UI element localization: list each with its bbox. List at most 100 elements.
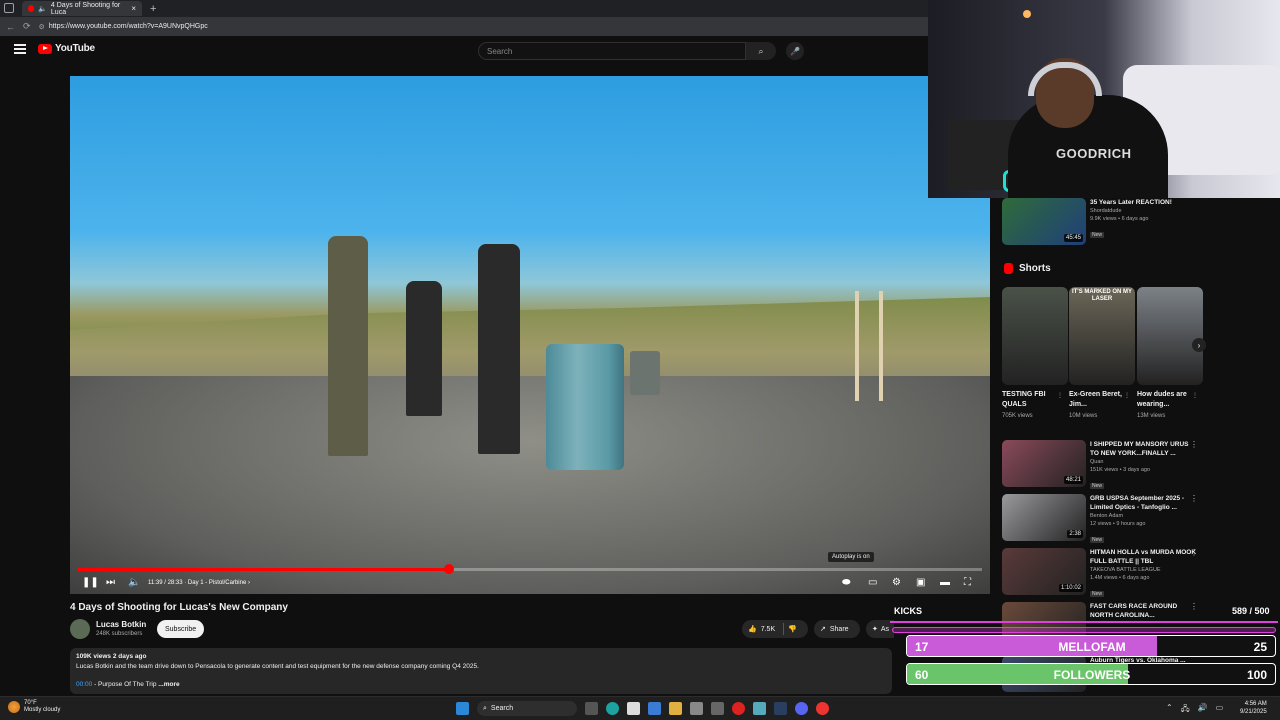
chapter-text[interactable]: · Day 1 - Pistol/Carbine › [184, 580, 250, 586]
amazon-icon[interactable] [711, 702, 724, 715]
progress-bar[interactable] [78, 564, 982, 574]
edge-icon[interactable] [606, 702, 619, 715]
subscriber-count: 248K subscribers [96, 631, 143, 637]
progress-fill [78, 568, 449, 571]
recommendation-item[interactable]: 1:10:02 HITMAN HOLLA vs MURDA MOOK FULL B… [1002, 548, 1198, 600]
next-icon[interactable]: ⏭ [106, 577, 115, 588]
recommendation-title[interactable]: GRB USPSA September 2025 - Limited Optic… [1090, 494, 1198, 512]
recommendation-channel[interactable]: Benton Adam [1090, 512, 1198, 520]
voice-search-button[interactable]: 🎤 [786, 42, 804, 60]
recommendation-thumbnail[interactable]: 1:10:02 [1002, 548, 1086, 595]
video-scene-trash-can [630, 351, 660, 395]
more-link[interactable]: ...more [158, 681, 179, 688]
video-player[interactable]: Autoplay is on ❚❚ ⏭ 🔈 11:39 / 28:33 · Da… [70, 76, 990, 594]
short-thumbnail[interactable]: IT'S MARKED ON MY LASER [1069, 287, 1135, 385]
recommendation-channel[interactable]: Quan [1090, 458, 1198, 466]
shorts-next-icon[interactable]: › [1192, 338, 1206, 352]
time-text: 11:39 / 28:33 [148, 580, 183, 586]
miniplayer-icon[interactable]: ▣ [916, 577, 925, 588]
short-title[interactable]: Ex-Green Beret, Jim... [1069, 390, 1127, 410]
app-icon[interactable] [753, 702, 766, 715]
dislike-icon[interactable]: 👎 [788, 625, 797, 633]
more-actions-icon[interactable]: ⋮ [1190, 440, 1198, 449]
recommendation-thumbnail[interactable]: 48:21 [1002, 440, 1086, 487]
like-icon[interactable]: 👍 [748, 625, 757, 633]
mellofam-target: 25 [1253, 640, 1267, 654]
steam-icon[interactable] [774, 702, 787, 715]
more-actions-icon[interactable]: ⋮ [1190, 494, 1198, 503]
recommendation-title[interactable]: I SHIPPED MY MANSORY URUS TO NEW YORK...… [1090, 440, 1198, 458]
recommendation-title[interactable]: 35 Years Later REACTION! [1090, 198, 1198, 207]
audio-icon[interactable]: 🔈 [38, 5, 47, 13]
window-menu-icon[interactable] [4, 3, 14, 13]
recommendation-item[interactable]: 48:21 I SHIPPED MY MANSORY URUS TO NEW YO… [1002, 440, 1198, 492]
more-actions-icon[interactable]: ⋮ [1190, 548, 1198, 557]
start-icon[interactable] [456, 702, 469, 715]
chrome-icon[interactable] [816, 702, 829, 715]
url-field[interactable]: ⚙ https://www.youtube.com/watch?v=A9UNvp… [39, 23, 208, 31]
tray-overflow-icon[interactable]: ⌃ [1166, 703, 1173, 717]
settings-icon[interactable]: ⚙ [892, 577, 901, 588]
theater-mode-icon[interactable]: ▬ [940, 577, 950, 588]
taskbar-apps: ⌕ Search [456, 701, 829, 716]
speaker-icon[interactable]: 🔊 [1198, 703, 1208, 717]
autoplay-toggle[interactable]: ⬬ [842, 577, 851, 588]
network-icon[interactable]: 🖧 [1181, 703, 1190, 717]
calculator-icon[interactable] [690, 702, 703, 715]
scrubber-handle[interactable] [443, 564, 454, 574]
youtube-logo[interactable]: YouTube [38, 43, 95, 54]
media-icon[interactable] [732, 702, 745, 715]
recommendation-channel[interactable]: Shordatdude [1090, 207, 1198, 215]
browser-tab[interactable]: 🔈 4 Days of Shooting for Luca × [22, 1, 142, 16]
copilot-icon[interactable] [648, 702, 661, 715]
more-actions-icon[interactable]: ⋮ [1190, 602, 1198, 611]
recommendation-item[interactable]: 2:38 GRB USPSA September 2025 - Limited O… [1002, 494, 1198, 546]
recommendation-title[interactable]: FAST CARS RACE AROUND NORTH CAROLINA... [1090, 602, 1198, 620]
share-button[interactable]: ↗ Share [814, 620, 860, 638]
chapter-timestamp[interactable]: 00:00 [76, 681, 92, 688]
reload-icon[interactable]: ⟳ [23, 21, 31, 32]
close-tab-icon[interactable]: × [131, 4, 136, 13]
search-button[interactable]: ⌕ [746, 42, 776, 60]
menu-icon[interactable] [14, 44, 26, 54]
short-menu-icon[interactable]: ⋮ [1192, 392, 1198, 399]
site-info-icon[interactable]: ⚙ [39, 23, 45, 31]
short-menu-icon[interactable]: ⋮ [1124, 392, 1130, 399]
subscribe-button[interactable]: Subscribe [157, 620, 205, 638]
back-icon[interactable]: ← [6, 22, 15, 32]
description-box[interactable]: 109K views 2 days ago Lucas Botkin and t… [70, 648, 892, 694]
discord-icon[interactable] [795, 702, 808, 715]
recommendation-title[interactable]: HITMAN HOLLA vs MURDA MOOK FULL BATTLE |… [1090, 548, 1198, 566]
recommendation-channel[interactable]: TAKEOVA BATTLE LEAGUE [1090, 566, 1198, 574]
short-title[interactable]: How dudes are wearing... [1137, 390, 1195, 410]
channel-name[interactable]: Lucas Botkin [96, 620, 146, 629]
fullscreen-icon[interactable]: ⛶ [964, 577, 971, 588]
weather-widget[interactable]: 70°F Mostly cloudy [8, 700, 60, 714]
recommendation-thumbnail[interactable]: 45:45 [1002, 198, 1086, 245]
video-title: 4 Days of Shooting for Lucas's New Compa… [70, 602, 288, 613]
player-controls: ❚❚ ⏭ 🔈 11:39 / 28:33 · Day 1 - Pistol/Ca… [70, 574, 990, 594]
taskbar-clock[interactable]: 4:56 AM 9/21/2025 [1240, 700, 1267, 716]
recommendation-info: HITMAN HOLLA vs MURDA MOOK FULL BATTLE |… [1090, 548, 1198, 600]
taskbar-search[interactable]: ⌕ Search [477, 701, 577, 716]
short-menu-icon[interactable]: ⋮ [1057, 392, 1063, 399]
volume-icon[interactable]: 🔈 [128, 577, 140, 588]
recommendation-thumbnail[interactable]: 2:38 [1002, 494, 1086, 541]
like-count[interactable]: 7.5K [761, 626, 775, 633]
short-thumbnail[interactable] [1137, 287, 1203, 385]
task-view-icon[interactable] [585, 702, 598, 715]
new-badge: New [1090, 537, 1105, 543]
new-tab-icon[interactable]: + [150, 3, 156, 15]
autoplay-tooltip: Autoplay is on [828, 552, 874, 562]
channel-avatar[interactable] [70, 619, 90, 639]
search-input[interactable]: Search [478, 42, 746, 60]
file-explorer-icon[interactable] [669, 702, 682, 715]
captions-icon[interactable]: ▭ [868, 577, 877, 588]
battery-icon[interactable]: ▭ [1216, 703, 1224, 717]
mic-icon: 🎤 [790, 46, 800, 56]
short-title[interactable]: TESTING FBI QUALS [1002, 390, 1060, 410]
xbox-icon[interactable] [627, 702, 640, 715]
recommendation-item[interactable]: 45:45 35 Years Later REACTION! Shordatdu… [1002, 198, 1198, 245]
short-thumbnail[interactable] [1002, 287, 1068, 385]
pause-icon[interactable]: ❚❚ [82, 577, 99, 588]
